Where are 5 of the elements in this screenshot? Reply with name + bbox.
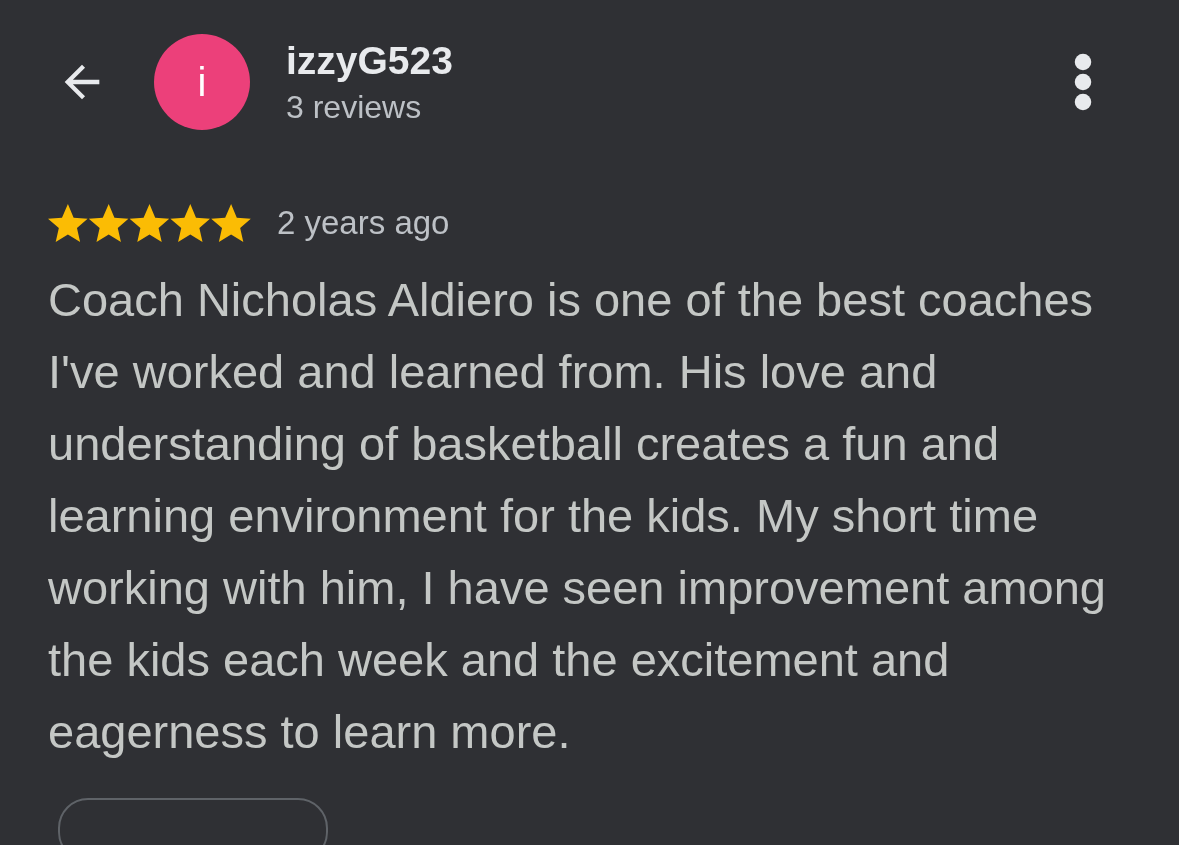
review-count: 3 reviews — [286, 88, 423, 126]
user-avatar: i — [154, 34, 250, 130]
review-date: 2 years ago — [277, 204, 450, 242]
username: izzyG523 — [286, 38, 454, 83]
review-text: Coach Nicholas Aldiero is one of the best coaches I've worked and learned from. His love and understanding of basketball creates a fun and learning environment for the kids. My short time working with him, I have seen improvement among the kids each week and the excitement and eagerness to learn more. — [48, 272, 1107, 760]
